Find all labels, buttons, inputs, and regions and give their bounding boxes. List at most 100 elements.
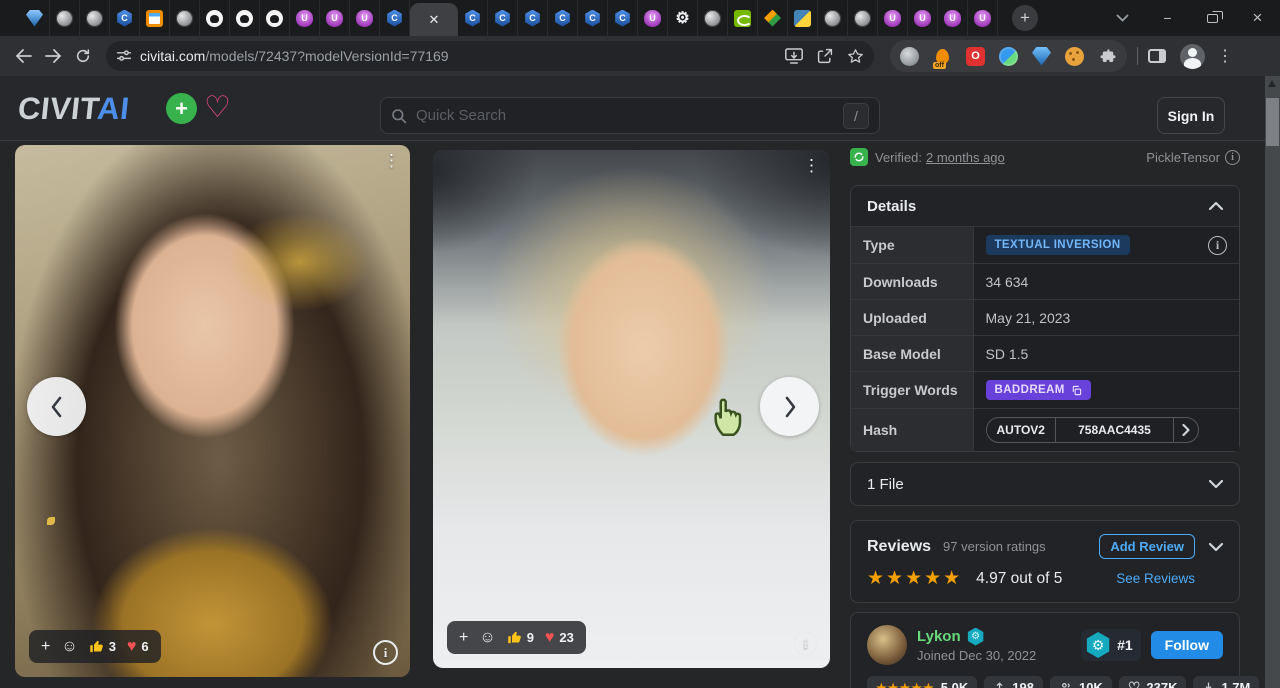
pinned-tab-gear[interactable]: ⚙ xyxy=(668,0,698,36)
bookmark-star-icon[interactable] xyxy=(847,48,864,65)
support-heart-icon[interactable]: ♡ xyxy=(204,90,231,125)
back-button[interactable] xyxy=(8,41,38,71)
side-panel-icon[interactable] xyxy=(1148,49,1166,63)
add-reaction-button[interactable]: + xyxy=(459,629,468,647)
pinned-tab-civitai[interactable]: C xyxy=(518,0,548,36)
pinned-tab-globe[interactable] xyxy=(50,0,80,36)
type-info-icon[interactable]: i xyxy=(1208,236,1227,255)
pinned-tab-globe[interactable] xyxy=(170,0,200,36)
site-settings-icon[interactable] xyxy=(116,48,132,64)
scrollbar-thumb[interactable] xyxy=(1266,98,1279,146)
image-info-button[interactable]: i xyxy=(793,631,818,656)
format-info-icon[interactable]: i xyxy=(1225,150,1240,165)
pinned-tab-gem[interactable] xyxy=(20,0,50,36)
pinned-tab-prism[interactable] xyxy=(758,0,788,36)
follow-button[interactable]: Follow xyxy=(1151,631,1223,659)
heart-badge[interactable]: ♥ 23 xyxy=(545,629,574,647)
creator-downloads-badge[interactable]: 1.7M xyxy=(1193,676,1259,688)
add-review-button[interactable]: Add Review xyxy=(1099,534,1195,559)
sign-in-button[interactable]: Sign In xyxy=(1157,97,1225,134)
pinned-tab-civitai[interactable]: C xyxy=(608,0,638,36)
pinned-tab-civitai[interactable]: C xyxy=(110,0,140,36)
extension-gem-icon[interactable] xyxy=(1032,47,1051,66)
search-input[interactable]: Quick Search / xyxy=(380,97,880,134)
see-reviews-link[interactable]: See Reviews xyxy=(1116,571,1195,586)
pinned-tab-ultra[interactable]: U xyxy=(350,0,380,36)
image-info-button[interactable]: i xyxy=(373,640,398,665)
add-reaction-button[interactable]: + xyxy=(41,638,50,656)
civitai-logo[interactable]: CIVITAI xyxy=(16,91,131,127)
close-window-button[interactable]: × xyxy=(1235,0,1280,36)
profile-avatar[interactable] xyxy=(1180,44,1205,69)
pinned-tab-ultra[interactable]: U xyxy=(968,0,998,36)
extension-cookie-icon[interactable] xyxy=(1065,47,1084,66)
new-tab-button[interactable]: + xyxy=(1012,5,1038,31)
extension-red-o-icon[interactable]: O xyxy=(966,47,985,66)
share-icon[interactable] xyxy=(817,48,833,64)
hash-expand-button[interactable] xyxy=(1173,418,1198,442)
image-menu-icon[interactable]: ⋮ xyxy=(803,156,820,176)
pinned-tab-nvidia[interactable] xyxy=(728,0,758,36)
smiley-icon[interactable]: ☺ xyxy=(479,629,495,647)
pinned-tab-globe[interactable] xyxy=(698,0,728,36)
page-scrollbar[interactable] xyxy=(1265,76,1280,688)
heart-badge[interactable]: ♥ 6 xyxy=(127,638,149,656)
details-header[interactable]: Details xyxy=(851,186,1239,226)
url-bar[interactable]: civitai.com/models/72437?modelVersionId=… xyxy=(106,41,874,71)
reload-button[interactable] xyxy=(68,41,98,71)
extension-blue-circle-icon[interactable] xyxy=(999,47,1018,66)
pinned-tab-civitai[interactable]: C xyxy=(380,0,410,36)
pinned-tab-ultra[interactable]: U xyxy=(290,0,320,36)
verified-time-link[interactable]: 2 months ago xyxy=(926,150,1005,165)
creator-avatar[interactable] xyxy=(867,625,907,665)
thumbs-up-badge[interactable]: 9 xyxy=(507,630,534,645)
extension-adblock-icon[interactable]: off xyxy=(933,47,952,66)
creator-uploads-badge[interactable]: 198 xyxy=(984,676,1043,688)
model-type-badge[interactable]: TEXTUAL INVERSION xyxy=(986,235,1130,255)
pinned-tab-github[interactable] xyxy=(200,0,230,36)
pinned-tab-ultra[interactable]: U xyxy=(878,0,908,36)
close-tab-icon[interactable]: ✕ xyxy=(429,13,440,26)
extensions-puzzle-icon[interactable] xyxy=(1098,47,1117,66)
pinned-tab-ultra[interactable]: U xyxy=(320,0,350,36)
browser-kebab-menu[interactable]: ⋮ xyxy=(1217,46,1233,66)
file-accordion[interactable]: 1 File xyxy=(850,462,1240,506)
pinned-tab-civitai[interactable]: C xyxy=(458,0,488,36)
minimize-button[interactable]: − xyxy=(1145,0,1190,36)
pinned-tab-globe[interactable] xyxy=(80,0,110,36)
extension-globe-icon[interactable] xyxy=(900,47,919,66)
pinned-tab-github[interactable] xyxy=(260,0,290,36)
carousel-next-button[interactable] xyxy=(760,377,819,436)
scroll-up-arrow[interactable] xyxy=(1268,80,1276,87)
pinned-tab-civitai[interactable]: C xyxy=(548,0,578,36)
pinned-tab-globe[interactable] xyxy=(818,0,848,36)
chevron-down-icon[interactable] xyxy=(1209,543,1223,551)
forward-button[interactable] xyxy=(38,41,68,71)
creator-followers-badge[interactable]: 10K xyxy=(1050,676,1112,688)
image-menu-icon[interactable]: ⋮ xyxy=(383,151,400,171)
pinned-tab-ultra[interactable]: U xyxy=(638,0,668,36)
pinned-tab-civitai[interactable]: C xyxy=(578,0,608,36)
active-tab[interactable]: ✕ xyxy=(410,3,458,36)
install-app-icon[interactable] xyxy=(785,48,803,64)
creator-likes-badge[interactable]: ♡ 237K xyxy=(1119,676,1187,688)
create-button[interactable]: + xyxy=(166,93,197,124)
pinned-tab-calc[interactable] xyxy=(140,0,170,36)
pinned-tab-ultra[interactable]: U xyxy=(938,0,968,36)
browser-menu-chevron[interactable] xyxy=(1100,0,1145,36)
carousel-prev-button[interactable] xyxy=(27,377,86,436)
creator-rank-badge[interactable]: ⚙ #1 xyxy=(1081,629,1141,661)
hash-pill[interactable]: AUTOV2 758AAC4435 xyxy=(986,417,1199,443)
pinned-tab-github[interactable] xyxy=(230,0,260,36)
verified-scan-icon xyxy=(850,148,868,166)
pinned-tab-python[interactable] xyxy=(788,0,818,36)
smiley-icon[interactable]: ☺ xyxy=(61,638,77,656)
thumbs-up-badge[interactable]: 3 xyxy=(89,639,116,654)
creator-rating-badge[interactable]: ★★★★★ 5.0K xyxy=(867,676,977,688)
pinned-tab-civitai[interactable]: C xyxy=(488,0,518,36)
creator-name-link[interactable]: Lykon xyxy=(917,628,961,645)
restore-button[interactable] xyxy=(1190,0,1235,36)
pinned-tab-ultra[interactable]: U xyxy=(908,0,938,36)
trigger-word-badge[interactable]: BADDREAM xyxy=(986,380,1091,400)
pinned-tab-globe[interactable] xyxy=(848,0,878,36)
